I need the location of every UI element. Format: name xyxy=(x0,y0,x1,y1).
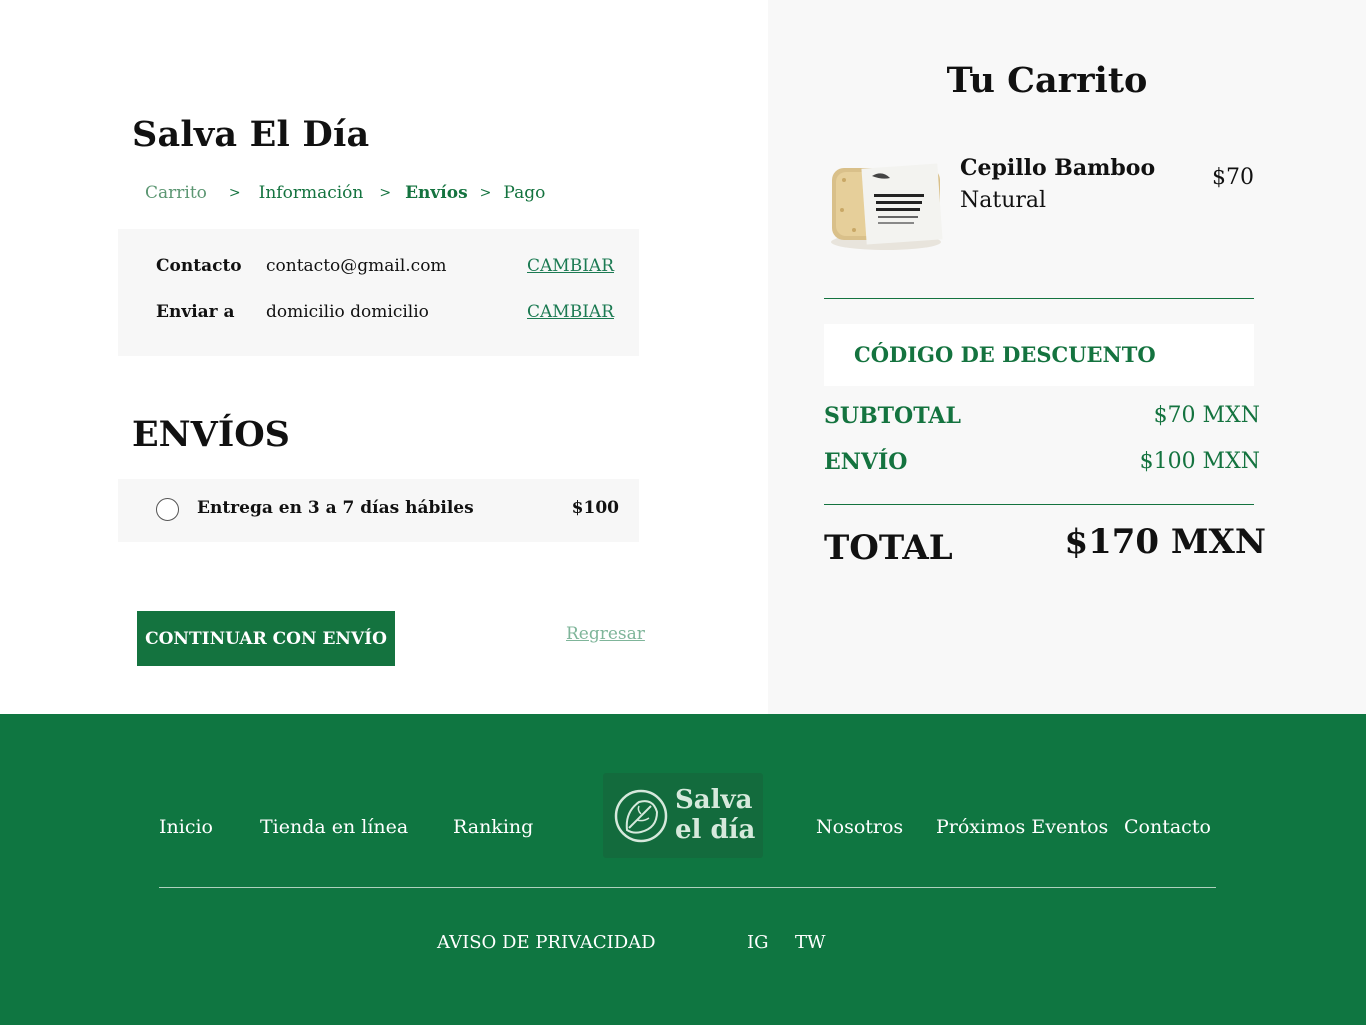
footer-link-ranking[interactable]: Ranking xyxy=(453,816,533,838)
footer-link-tienda[interactable]: Tienda en línea xyxy=(260,816,408,838)
footer-link-inicio[interactable]: Inicio xyxy=(159,816,213,838)
total-row: TOTAL $170 MXN xyxy=(824,520,1266,570)
ship-to-label: Enviar a xyxy=(156,302,235,322)
change-address-link[interactable]: CAMBIAR xyxy=(527,302,614,322)
privacy-link[interactable]: AVISO DE PRIVACIDAD xyxy=(437,932,656,953)
total-label: TOTAL xyxy=(824,528,953,568)
footer-link-nosotros[interactable]: Nosotros xyxy=(816,816,903,838)
ship-to-value: domicilio domicilio xyxy=(266,302,429,322)
cart-panel: Tu Carrito Cepillo Bamboo Natural $70 CÓ… xyxy=(768,0,1366,714)
product-name: Cepillo Bamboo xyxy=(960,155,1156,181)
footer-link-eventos[interactable]: Próximos Eventos xyxy=(936,816,1108,838)
subtotal-value: $70 MXN xyxy=(1153,403,1260,428)
shipping-option-price: $100 xyxy=(571,498,619,518)
subtotal-label: SUBTOTAL xyxy=(824,403,961,429)
continue-shipping-button[interactable]: CONTINUAR CON ENVÍO xyxy=(137,611,395,666)
change-contact-link[interactable]: CAMBIAR xyxy=(527,256,614,276)
shipping-cost-value: $100 MXN xyxy=(1139,449,1260,474)
shipping-option[interactable]: Entrega en 3 a 7 días hábiles $100 xyxy=(118,479,639,542)
contact-label: Contacto xyxy=(156,256,242,276)
twitter-link[interactable]: TW xyxy=(795,932,826,953)
breadcrumb-payment[interactable]: Pago xyxy=(503,183,545,203)
back-link[interactable]: Regresar xyxy=(566,624,645,644)
contact-row: Contacto contacto@gmail.com CAMBIAR xyxy=(156,256,614,280)
footer-divider xyxy=(159,887,1216,888)
cart-divider xyxy=(824,298,1254,299)
shipping-cost-label: ENVÍO xyxy=(824,449,908,475)
product-variant: Natural xyxy=(960,188,1047,213)
footer-link-contacto[interactable]: Contacto xyxy=(1124,816,1211,838)
breadcrumb-separator: > xyxy=(379,185,392,201)
total-value: $170 MXN xyxy=(1064,522,1266,562)
cart-title: Tu Carrito xyxy=(946,60,1148,101)
discount-code-field[interactable]: CÓDIGO DE DESCUENTO xyxy=(824,324,1254,386)
shipping-title: ENVÍOS xyxy=(132,414,290,455)
discount-code-label: CÓDIGO DE DESCUENTO xyxy=(854,342,1156,367)
product-price: $70 xyxy=(1212,165,1254,190)
instagram-link[interactable]: IG xyxy=(747,932,769,953)
breadcrumb-separator: > xyxy=(228,185,241,201)
contact-summary: Contacto contacto@gmail.com CAMBIAR Envi… xyxy=(118,229,639,356)
site-footer: Inicio Tienda en línea Ranking Salva el … xyxy=(0,714,1366,1025)
footer-logo-text: Salva el día xyxy=(675,785,755,845)
ship-to-row: Enviar a domicilio domicilio CAMBIAR xyxy=(156,302,614,326)
checkout-panel: Salva El Día Carrito > Información > Env… xyxy=(0,0,768,714)
breadcrumb: Carrito > Información > Envíos > Pago xyxy=(145,183,545,203)
footer-logo-line1: Salva xyxy=(675,785,753,815)
footer-logo-line2: el día xyxy=(675,815,756,845)
total-divider xyxy=(824,504,1254,505)
product-image xyxy=(831,163,943,250)
contact-value: contacto@gmail.com xyxy=(266,256,447,276)
leaf-logo-icon xyxy=(614,789,668,843)
breadcrumb-information[interactable]: Información xyxy=(259,183,364,203)
breadcrumb-separator: > xyxy=(479,185,492,201)
shipping-radio[interactable] xyxy=(156,498,179,521)
brand-title: Salva El Día xyxy=(132,114,370,155)
shipping-option-label: Entrega en 3 a 7 días hábiles xyxy=(197,498,474,518)
breadcrumb-cart[interactable]: Carrito xyxy=(145,183,207,203)
footer-logo[interactable]: Salva el día xyxy=(603,773,763,858)
breadcrumb-shipping[interactable]: Envíos xyxy=(405,183,468,203)
